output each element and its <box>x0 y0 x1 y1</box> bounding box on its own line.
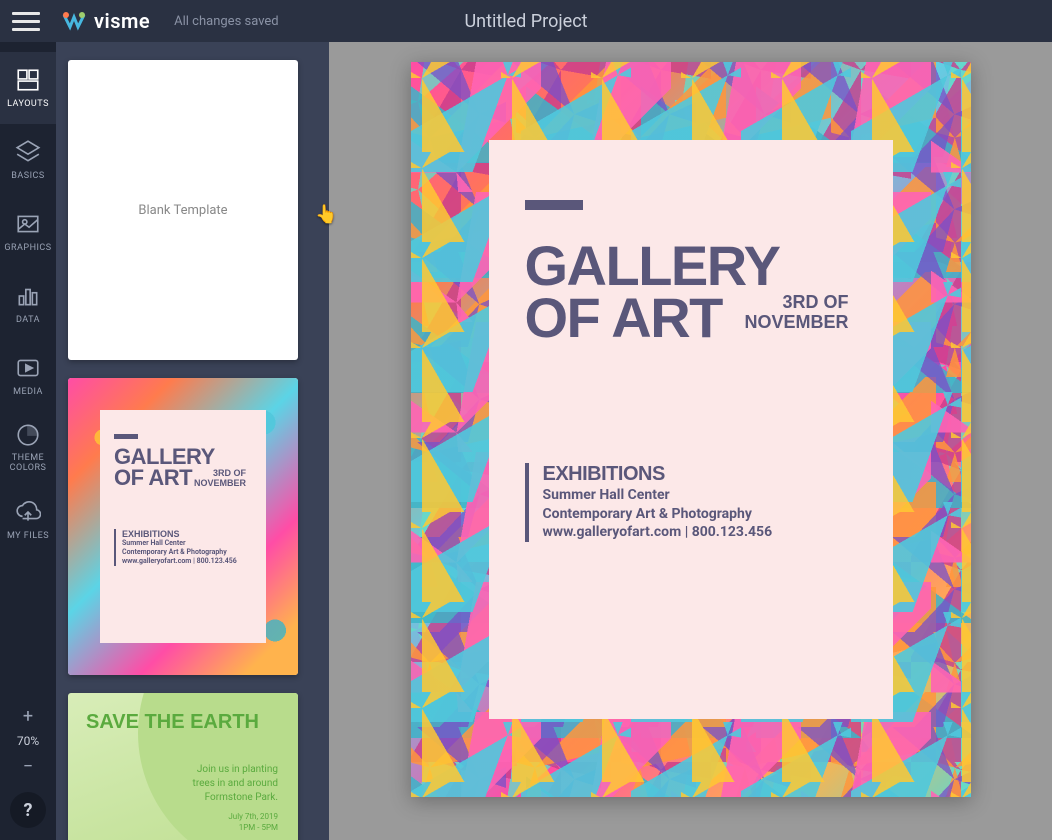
earth-title: SAVE THE EARTH <box>86 711 280 734</box>
rail-item-graphics[interactable]: GRAPHICS <box>0 196 56 268</box>
left-rail: LAYOUTS BASICS GRAPHICS DATA MEDIA THEME… <box>0 42 56 840</box>
top-bar: visme All changes saved Untitled Project <box>0 0 1052 42</box>
layouts-icon <box>15 67 41 93</box>
rail-label: MEDIA <box>13 387 43 397</box>
template-save-the-earth[interactable]: SAVE THE EARTH Join us in planting trees… <box>68 693 298 840</box>
poster-exhibitions[interactable]: EXHIBITIONS Summer Hall Center Contempor… <box>525 463 857 543</box>
zoom-in-button[interactable]: + <box>10 704 46 728</box>
rail-label: GRAPHICS <box>4 243 51 253</box>
zoom-level: 70% <box>17 734 39 748</box>
hamburger-menu-icon[interactable] <box>12 7 40 35</box>
gallery-exhibitions: EXHIBITIONS Summer Hall Center Contempor… <box>114 529 252 566</box>
rail-label: MY FILES <box>7 531 49 541</box>
rail-label: LAYOUTS <box>7 99 49 109</box>
media-icon <box>15 355 41 381</box>
rail-item-my-files[interactable]: MY FILES <box>0 484 56 556</box>
help-button[interactable]: ? <box>10 792 46 828</box>
poster-card[interactable]: GALLERY OF ART 3RD OF NOVEMBER EXHIBITIO… <box>489 140 893 719</box>
template-panel[interactable]: Blank Template GALLERY OF ART 3RD OF NOV… <box>56 42 329 840</box>
template-gallery-of-art[interactable]: GALLERY OF ART 3RD OF NOVEMBER EXHIBITIO… <box>68 378 298 675</box>
rail-label: DATA <box>16 315 40 325</box>
earth-body-text: Join us in planting trees in and around … <box>193 763 278 833</box>
rail-item-media[interactable]: MEDIA <box>0 340 56 412</box>
save-status: All changes saved <box>174 14 279 29</box>
basics-icon <box>15 139 41 165</box>
poster-accent-bar[interactable] <box>525 200 583 210</box>
my-files-icon <box>15 499 41 525</box>
canvas-poster[interactable]: GALLERY OF ART 3RD OF NOVEMBER EXHIBITIO… <box>411 62 971 797</box>
data-icon <box>15 283 41 309</box>
template-blank[interactable]: Blank Template <box>68 60 298 360</box>
project-title[interactable]: Untitled Project <box>464 11 587 32</box>
rail-item-theme-colors[interactable]: THEME COLORS <box>0 412 56 484</box>
logo-text: visme <box>94 9 150 33</box>
rail-label: BASICS <box>11 171 44 181</box>
logo-mark-icon <box>60 11 88 31</box>
rail-item-data[interactable]: DATA <box>0 268 56 340</box>
accent-bar <box>114 434 138 439</box>
zoom-out-button[interactable]: − <box>10 754 46 778</box>
rail-label: THEME COLORS <box>0 454 56 474</box>
logo[interactable]: visme <box>60 9 150 33</box>
rail-item-layouts[interactable]: LAYOUTS <box>0 52 56 124</box>
gallery-card: GALLERY OF ART 3RD OF NOVEMBER EXHIBITIO… <box>100 410 266 643</box>
canvas-area[interactable]: GALLERY OF ART 3RD OF NOVEMBER EXHIBITIO… <box>329 42 1052 840</box>
rail-item-basics[interactable]: BASICS <box>0 124 56 196</box>
theme-colors-icon <box>15 422 41 448</box>
template-blank-label: Blank Template <box>138 203 227 218</box>
graphics-icon <box>15 211 41 237</box>
